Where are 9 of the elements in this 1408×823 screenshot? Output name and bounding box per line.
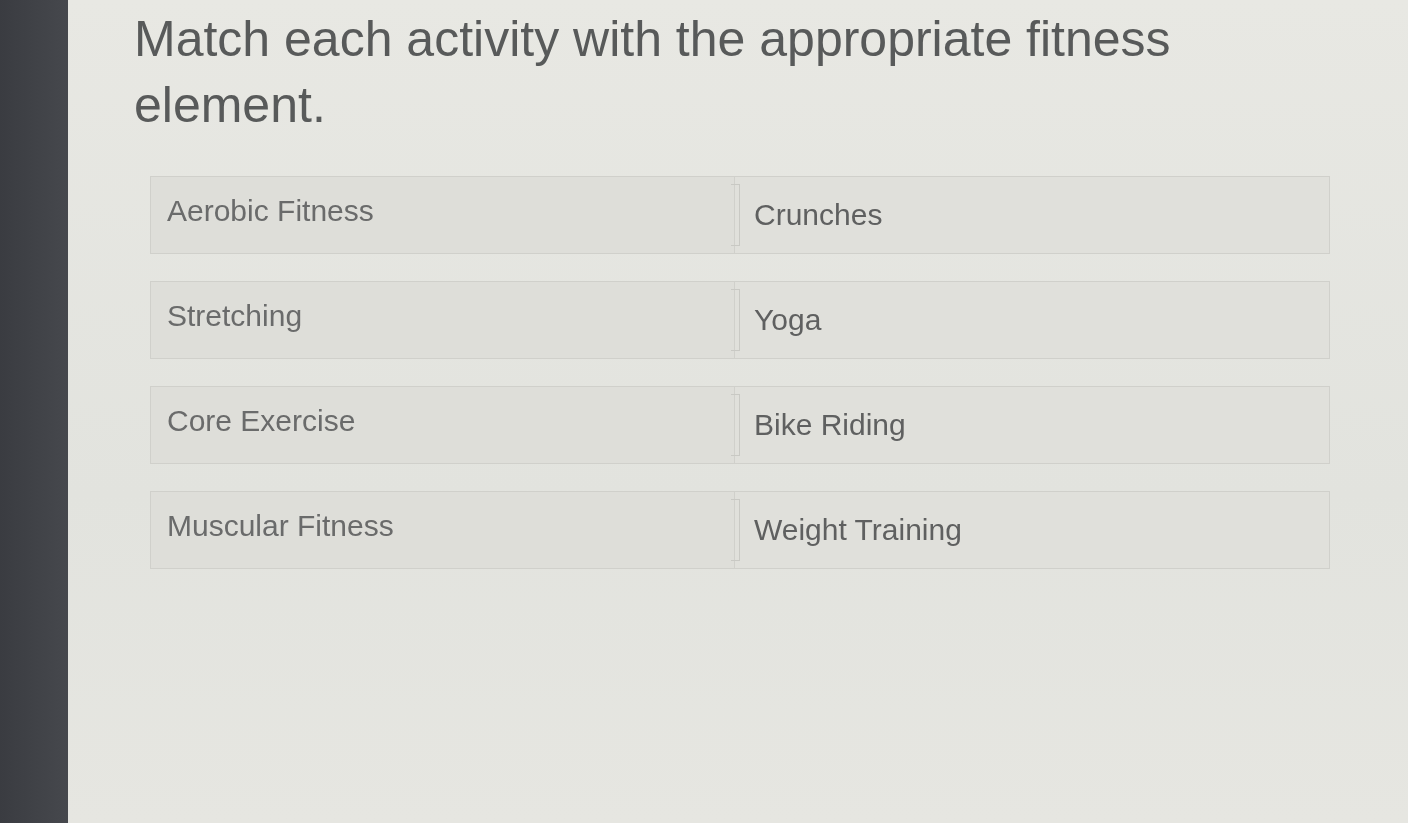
answer-tile[interactable]: Yoga (734, 281, 1330, 359)
answer-tile[interactable]: Weight Training (734, 491, 1330, 569)
question-title: Match each activity with the appropriate fitness element. (134, 10, 1172, 135)
prompt-cell: Muscular Fitness (150, 491, 734, 569)
answer-tile[interactable]: Crunches (734, 176, 1330, 254)
prompt-cell: Aerobic Fitness (150, 176, 734, 254)
answer-tile[interactable]: Bike Riding (734, 386, 1330, 464)
prompt-cell: Core Exercise (150, 386, 734, 464)
prompt-cell: Stretching (150, 281, 734, 359)
